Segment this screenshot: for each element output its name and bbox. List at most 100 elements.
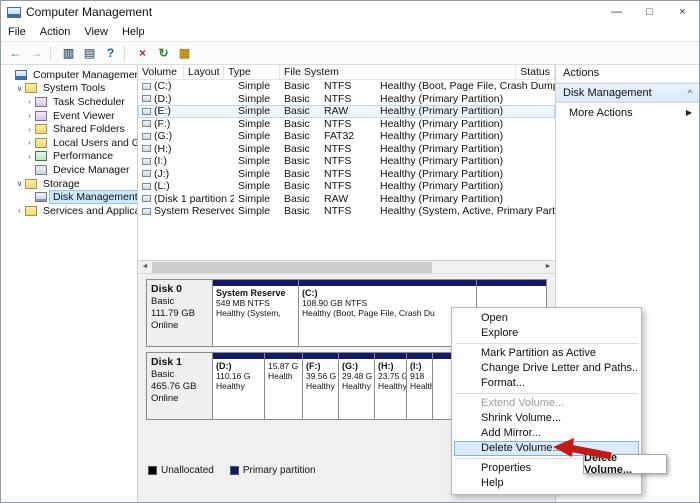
partition[interactable]: (D:) 110.16 G Healthy — [213, 353, 265, 419]
volume-name: (F:) — [154, 118, 170, 130]
context-menu-item[interactable]: Help — [454, 476, 639, 491]
expander-icon[interactable]: › — [24, 111, 35, 120]
expander-icon[interactable]: ∨ — [14, 179, 25, 188]
more-actions[interactable]: More Actions ▶ — [556, 103, 699, 122]
table-row[interactable]: (F:) Simple Basic NTFS Healthy (Primary … — [138, 118, 555, 131]
context-menu-item[interactable]: Shrink Volume... — [454, 411, 639, 426]
scrollbar-track[interactable] — [152, 261, 541, 273]
table-row[interactable]: (L:) Simple Basic NTFS Healthy (Primary … — [138, 180, 555, 193]
table-row[interactable]: (I:) Simple Basic NTFS Healthy (Primary … — [138, 155, 555, 168]
tree-item[interactable]: › Event Viewer — [1, 109, 137, 123]
actions-section-disk-management[interactable]: Disk Management ^ — [556, 83, 699, 103]
menu-item[interactable]: Action — [33, 26, 78, 38]
help-icon[interactable]: ? — [102, 45, 119, 62]
maximize-button[interactable]: □ — [633, 1, 666, 23]
back-icon[interactable]: ← — [7, 45, 24, 62]
scroll-left-icon[interactable]: ◄ — [138, 261, 152, 273]
context-menu-item[interactable]: Mark Partition as Active — [454, 346, 639, 361]
tree-item[interactable]: › Performance — [1, 150, 137, 164]
title-bar[interactable]: Computer Management — □ × — [1, 1, 699, 23]
context-menu-item[interactable] — [455, 343, 638, 344]
tree-item[interactable]: ∨ Storage — [1, 177, 137, 191]
partition[interactable]: (G:) 29.48 G Healthy — [339, 353, 375, 419]
tree-item[interactable]: › Services and Applications — [1, 204, 137, 218]
context-menu-item[interactable]: Open — [454, 311, 639, 326]
tree-item[interactable]: › Local Users and Groups — [1, 136, 137, 150]
tree-item[interactable]: › Task Scheduler — [1, 95, 137, 109]
partition[interactable]: System Reserve 549 MB NTFS Healthy (Syst… — [213, 280, 299, 346]
column-header[interactable]: Layout — [184, 65, 224, 79]
volume-table-header: Volume Layout Type File System Status — [138, 65, 555, 80]
tree-item-label: Computer Management (Local — [30, 69, 138, 81]
legend-label: Primary partition — [243, 465, 316, 476]
show-console-tree-icon[interactable]: ▥ — [60, 45, 77, 62]
volume-filesystem: NTFS — [320, 155, 376, 167]
tree-item[interactable]: Device Manager — [1, 163, 137, 177]
volume-icon — [142, 120, 151, 127]
close-button[interactable]: × — [666, 1, 699, 23]
partition-name: (D:) — [216, 361, 261, 371]
volume-layout: Simple — [234, 118, 280, 130]
menu-item[interactable]: View — [77, 26, 115, 38]
partition[interactable]: 15.87 G Health — [265, 353, 303, 419]
column-header[interactable]: Type — [224, 65, 280, 79]
disk-info[interactable]: Disk 0 Basic 111.79 GB Online — [147, 280, 213, 346]
volume-icon — [142, 208, 151, 215]
context-menu-item[interactable]: Explore — [454, 326, 639, 341]
context-menu-item[interactable]: Format... — [454, 376, 639, 391]
table-row[interactable]: System Reserved (K:) Simple Basic NTFS H… — [138, 205, 555, 218]
properties-icon[interactable]: ▤ — [81, 45, 98, 62]
disk-type: Basic — [151, 369, 208, 381]
collapse-icon[interactable]: ^ — [688, 88, 692, 98]
tree-item-label: Services and Applications — [40, 205, 138, 217]
tree-item-label: Device Manager — [50, 164, 132, 176]
table-row[interactable]: (C:) Simple Basic NTFS Healthy (Boot, Pa… — [138, 80, 555, 93]
forward-icon[interactable]: → — [28, 45, 45, 62]
menu-item[interactable]: File — [1, 26, 33, 38]
column-header[interactable]: Status — [516, 65, 555, 79]
chart-icon[interactable]: ▦ — [176, 45, 193, 62]
table-row[interactable]: (E:) Simple Basic RAW Healthy (Primary P… — [138, 105, 555, 118]
tree-item[interactable]: Disk Management — [1, 190, 137, 204]
context-menu-item[interactable]: Change Drive Letter and Paths... — [454, 361, 639, 376]
expander-icon[interactable]: ∨ — [14, 84, 25, 93]
delete-icon[interactable]: × — [134, 45, 151, 62]
scrollbar-thumb[interactable] — [152, 262, 432, 273]
scroll-right-icon[interactable]: ► — [541, 261, 555, 273]
tree-item[interactable]: ∨ System Tools — [1, 82, 137, 96]
table-row[interactable]: (Disk 1 partition 2) Simple Basic RAW He… — [138, 193, 555, 206]
menu-item[interactable]: Help — [115, 26, 152, 38]
column-header[interactable]: Volume — [138, 65, 184, 79]
volume-status: Healthy (System, Active, Primary Partiti… — [376, 205, 555, 217]
refresh-icon[interactable]: ↻ — [155, 45, 172, 62]
expander-icon[interactable]: › — [14, 206, 25, 215]
partition[interactable]: (F:) 39.56 G Healthy — [303, 353, 339, 419]
minimize-button[interactable]: — — [600, 1, 633, 23]
table-row[interactable]: (G:) Simple Basic FAT32 Healthy (Primary… — [138, 130, 555, 143]
disk-size: 111.79 GB — [151, 308, 208, 320]
partition-name: (F:) — [306, 361, 335, 371]
column-header[interactable]: File System — [280, 65, 516, 79]
volume-filesystem: NTFS — [320, 93, 376, 105]
table-row[interactable]: (H:) Simple Basic NTFS Healthy (Primary … — [138, 143, 555, 156]
context-menu-item[interactable] — [455, 393, 638, 394]
expander-icon[interactable]: › — [24, 138, 35, 147]
table-row[interactable]: (J:) Simple Basic NTFS Healthy (Primary … — [138, 168, 555, 181]
horizontal-scrollbar[interactable]: ◄ ► — [138, 261, 555, 274]
tree-item[interactable]: › Shared Folders — [1, 122, 137, 136]
toolbar-separator[interactable] — [124, 46, 129, 61]
partition[interactable]: (I:) 918 Healthy — [407, 353, 433, 419]
partition[interactable]: (H:) 23.75 G Healthy — [375, 353, 407, 419]
volume-status: Healthy (Primary Partition) — [376, 155, 555, 167]
table-row[interactable]: (D:) Simple Basic NTFS Healthy (Primary … — [138, 93, 555, 106]
disk-info[interactable]: Disk 1 Basic 465.76 GB Online — [147, 353, 213, 419]
tree-item[interactable]: Computer Management (Local — [1, 68, 137, 82]
volume-name: (G:) — [154, 130, 172, 142]
volume-layout: Simple — [234, 193, 280, 205]
expander-icon[interactable]: › — [24, 125, 35, 134]
toolbar-separator[interactable] — [50, 46, 55, 61]
expander-icon[interactable]: › — [24, 152, 35, 161]
console-tree: Computer Management (Local ∨ System Tool… — [1, 65, 138, 502]
context-menu-item[interactable]: Extend Volume... — [454, 396, 639, 411]
expander-icon[interactable]: › — [24, 97, 35, 106]
